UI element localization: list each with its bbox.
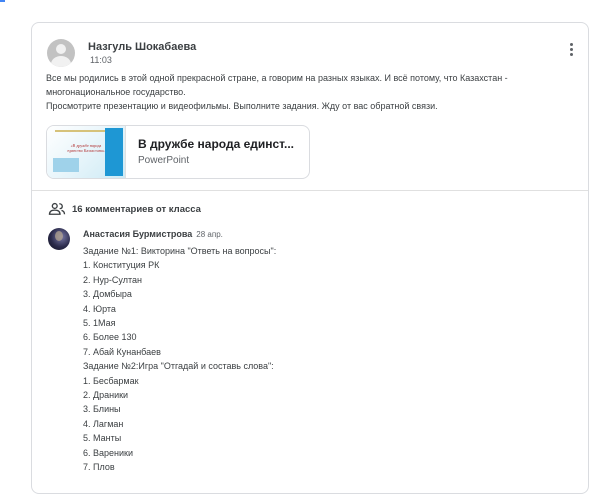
thumb-decor bbox=[105, 128, 123, 176]
comment-author-line: Анастасия Бурмистрова 28 апр. bbox=[83, 228, 276, 241]
comment-body: Анастасия Бурмистрова 28 апр. Задание №1:… bbox=[83, 228, 276, 475]
comment-line: 1. Конституция РК bbox=[83, 260, 160, 271]
thumb-caption: «В дружбе народа единство Казахстана» bbox=[67, 143, 105, 153]
dot bbox=[570, 48, 573, 51]
attachment-title: В дружбе народа единст... bbox=[138, 137, 294, 151]
people-icon bbox=[48, 202, 66, 215]
dot bbox=[570, 43, 573, 46]
comment-line: 7. Абай Кунанбаев bbox=[83, 346, 161, 357]
comment-line: 5. Манты bbox=[83, 433, 122, 444]
post-text-line: Все мы родились в этой одной прекрасной … bbox=[46, 73, 508, 83]
post-card: Назгуль Шокабаева 11:03 Все мы родились … bbox=[31, 22, 589, 494]
post-time: 11:03 bbox=[90, 55, 112, 65]
comment-line: 2. Драники bbox=[83, 390, 129, 401]
post-header: Назгуль Шокабаева 11:03 bbox=[47, 35, 196, 71]
comment-text: Задание №1: Викторина "Ответь на вопросы… bbox=[83, 244, 276, 475]
comment-line: Задание №1: Викторина "Ответь на вопросы… bbox=[83, 246, 277, 256]
more-options-icon[interactable] bbox=[570, 43, 574, 56]
author-block: Назгуль Шокабаева 11:03 bbox=[88, 40, 196, 66]
post-text: Все мы родились в этой одной прекрасной … bbox=[46, 71, 566, 113]
class-comments-toggle[interactable]: 16 комментариев от класса bbox=[48, 202, 201, 216]
dot bbox=[570, 53, 573, 56]
thumb-decor bbox=[53, 158, 79, 172]
comments-count-label: 16 комментариев от класса bbox=[72, 203, 201, 215]
comment-line: 2. Нур-Султан bbox=[83, 274, 142, 285]
divider bbox=[32, 190, 588, 191]
comment-line: 7. Плов bbox=[83, 462, 115, 473]
post-text-line: многонациональное государство. bbox=[46, 87, 186, 97]
author-name[interactable]: Назгуль Шокабаева bbox=[88, 40, 196, 54]
comment-author[interactable]: Анастасия Бурмистрова bbox=[83, 229, 192, 239]
attachment-info: В дружбе народа единст... PowerPoint bbox=[126, 126, 294, 178]
attachment-type: PowerPoint bbox=[138, 155, 190, 166]
attachment-thumbnail: «В дружбе народа единство Казахстана» bbox=[47, 126, 126, 178]
top-accent-mark bbox=[0, 0, 5, 2]
comment-date: 28 апр. bbox=[196, 230, 223, 239]
comment-line: 5. 1Мая bbox=[83, 318, 116, 329]
comment-line: Задание №2:Игра "Отгадай и составь слова… bbox=[83, 361, 274, 372]
commenter-avatar[interactable] bbox=[48, 228, 70, 250]
comment-line: 4. Юрта bbox=[83, 303, 116, 314]
post-text-line: Просмотрите презентацию и видеофильмы. В… bbox=[46, 101, 438, 111]
comment-line: 6. Более 130 bbox=[83, 332, 137, 343]
comment-line: 1. Бесбармак bbox=[83, 375, 139, 386]
comment-line: 4. Лагман bbox=[83, 418, 124, 429]
author-avatar[interactable] bbox=[47, 39, 75, 67]
attachment-card[interactable]: «В дружбе народа единство Казахстана» В … bbox=[46, 125, 310, 179]
comment-line: 6. Вареники bbox=[83, 447, 133, 458]
comment-line: 3. Домбыра bbox=[83, 289, 132, 300]
comment-line: 3. Блины bbox=[83, 404, 121, 415]
